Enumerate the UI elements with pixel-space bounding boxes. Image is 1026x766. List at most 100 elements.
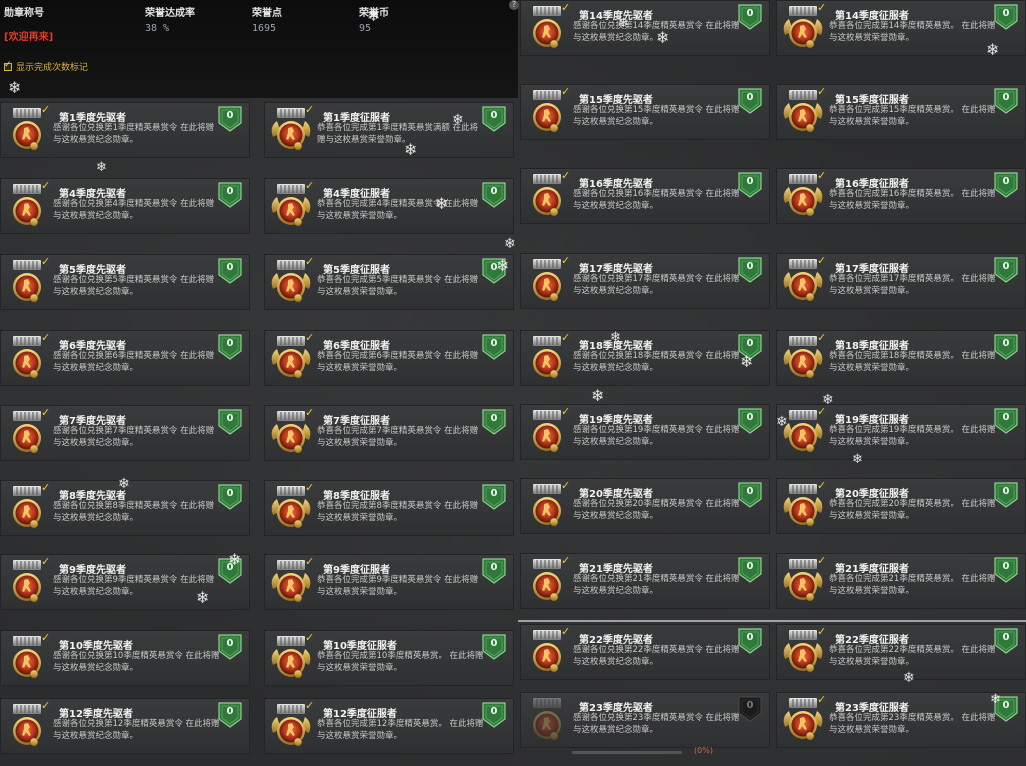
medal-tile[interactable]: ✓ 第17季度先驱者 感谢各位兑换第17季度精英悬赏令 在此将赠与这枚悬赏纪念勋章。…: [520, 253, 770, 309]
medal-tile[interactable]: ✓ 第9季度征服者 恭喜各位完成第9季度精英悬赏令 在此将赠与这枚悬赏荣誉勋章。 0: [264, 554, 514, 610]
horizontal-scrollbar[interactable]: [572, 751, 682, 754]
completed-check-icon: ✓: [41, 406, 51, 419]
medal-tile[interactable]: ✓ 第19季度征服者 恭喜各位完成第19季度精英悬赏。 在此将赠与这枚悬赏荣誉勋章。…: [776, 404, 1026, 460]
medal-tile[interactable]: ✓ 第12季度先驱者 感谢各位兑换第12季度精英悬赏令 在此将赠与这枚悬赏纪念勋章。…: [0, 698, 250, 754]
completed-check-icon: ✓: [817, 1, 827, 14]
medal-tile[interactable]: ✓ 第22季度先驱者 感谢各位兑换第22季度精英悬赏令 在此将赠与这枚悬赏纪念勋章。…: [520, 624, 770, 680]
medal-tile[interactable]: 第23季度先驱者 感谢各位兑换第23季度精英悬赏令 在此将赠与这枚悬赏纪念勋章。 0: [520, 692, 770, 748]
medal-tile[interactable]: ✓ 第8季度先驱者 感谢各位兑换第8季度精英悬赏令 在此将赠与这枚悬赏纪念勋章。 0: [0, 480, 250, 536]
medal-tile[interactable]: ✓ 第10季度征服者 恭喜各位完成第10季度精英悬赏。 在此将赠与这枚悬赏荣誉勋章。…: [264, 630, 514, 686]
completion-count: 0: [746, 261, 754, 272]
completed-check-icon: ✓: [305, 331, 315, 344]
medal-tile[interactable]: ✓ 第21季度先驱者 感谢各位兑换第21季度精英悬赏令 在此将赠与这枚悬赏纪念勋章。…: [520, 553, 770, 609]
completed-check-icon: ✓: [817, 554, 827, 567]
medal-tile[interactable]: ✓ 第15季度先驱者 感谢各位兑换第15季度精英悬赏令 在此将赠与这枚悬赏纪念勋章。…: [520, 84, 770, 140]
section-divider: [518, 620, 1026, 622]
medal-tile[interactable]: ✓ 第8季度征服者 恭喜各位完成第8季度精英悬赏令 在此将赠与这枚悬赏荣誉勋章。 0: [264, 480, 514, 536]
medal-description: 感谢各位兑换第22季度精英悬赏令 在此将赠与这枚悬赏纪念勋章。: [573, 645, 740, 667]
completion-count: 0: [746, 700, 754, 711]
count-shield-icon: 0: [481, 181, 507, 209]
completion-count: 0: [1002, 632, 1010, 643]
medal-tile[interactable]: ✓ 第20季度先驱者 感谢各位兑换第20季度精英悬赏令 在此将赠与这枚悬赏纪念勋章。…: [520, 478, 770, 534]
completed-check-icon: ✓: [561, 479, 571, 492]
medal-tile[interactable]: ✓ 第20季度征服者 恭喜各位完成第20季度精英悬赏。 在此将赠与这枚悬赏荣誉勋章。…: [776, 478, 1026, 534]
medal-tile[interactable]: ✓ 第4季度先驱者 感谢各位兑换第4季度精英悬赏令 在此将赠与这枚悬赏纪念勋章。 0: [0, 178, 250, 234]
medal-tile[interactable]: ✓ 第23季度征服者 恭喜各位完成第23季度精英悬赏。 在此将赠与这枚悬赏荣誉勋章。…: [776, 692, 1026, 748]
completion-count: 0: [746, 632, 754, 643]
medal-tile[interactable]: ✓ 第7季度先驱者 感谢各位兑换第7季度精英悬赏令 在此将赠与这枚悬赏纪念勋章。 0: [0, 405, 250, 461]
medal-tile[interactable]: ✓ 第14季度先驱者 感谢各位兑换第14季度精英悬赏令 在此将赠与这枚悬赏纪念勋章。…: [520, 0, 770, 56]
medal-tile[interactable]: ✓ 第14季度征服者 恭喜各位完成第14季度精英悬赏。 在此将赠与这枚悬赏荣誉勋章。…: [776, 0, 1026, 56]
completed-check-icon: ✓: [817, 693, 827, 706]
medal-tile[interactable]: ✓ 第9季度先驱者 感谢各位兑换第9季度精英悬赏令 在此将赠与这枚悬赏纪念勋章。 0: [0, 554, 250, 610]
medal-tile[interactable]: ✓ 第18季度先驱者 感谢各位兑换第18季度精英悬赏令 在此将赠与这枚悬赏纪念勋章。…: [520, 330, 770, 386]
show-completed-label: 显示完成次数标记: [16, 63, 89, 73]
completion-count: 0: [490, 110, 498, 121]
medal-description: 恭喜各位完成第4季度精英悬赏令 在此将赠与这枚悬赏荣誉勋章。: [317, 199, 479, 221]
progress-label: (0%): [694, 746, 713, 755]
completed-check-icon: ✓: [41, 631, 51, 644]
medal-title-value[interactable]: [欢迎再来]: [4, 28, 53, 43]
stats-header: 勋章称号 [欢迎再来] 荣誉达成率 38 % 荣誉点 1695 荣誉币 95 显…: [0, 0, 519, 98]
completion-count: 0: [226, 262, 234, 273]
honor-rate-label: 荣誉达成率: [145, 8, 195, 19]
medal-tile[interactable]: ✓ 第7季度征服者 恭喜各位完成第7季度精英悬赏令 在此将赠与这枚悬赏荣誉勋章。 0: [264, 405, 514, 461]
medal-tile[interactable]: ✓ 第22季度征服者 恭喜各位完成第22季度精英悬赏。 在此将赠与这枚悬赏荣誉勋章。…: [776, 624, 1026, 680]
medal-description: 感谢各位兑换第1季度精英悬赏令 在此将赠与这枚悬赏纪念勋章。: [53, 123, 215, 145]
medal-description: 感谢各位兑换第16季度精英悬赏令 在此将赠与这枚悬赏纪念勋章。: [573, 189, 740, 211]
count-shield-icon: 0: [737, 171, 763, 199]
medal-description: 感谢各位兑换第4季度精英悬赏令 在此将赠与这枚悬赏纪念勋章。: [53, 199, 215, 221]
help-icon[interactable]: ?: [509, 0, 519, 10]
count-shield-icon: 0: [217, 557, 243, 585]
count-shield-icon: 0: [481, 701, 507, 729]
completed-check-icon: ✓: [561, 1, 571, 14]
medal-description: 感谢各位兑换第18季度精英悬赏令 在此将赠与这枚悬赏纪念勋章。: [573, 351, 740, 373]
medal-description: 恭喜各位完成第5季度精英悬赏令 在此将赠与这枚悬赏荣誉勋章。: [317, 275, 479, 297]
completion-count: 0: [746, 412, 754, 423]
medal-tile[interactable]: ✓ 第5季度先驱者 感谢各位兑换第5季度精英悬赏令 在此将赠与这枚悬赏纪念勋章。 0: [0, 254, 250, 310]
medal-description: 恭喜各位完成第1季度精英悬赏满额 在此将赠与这枚悬赏荣誉勋章。: [317, 123, 479, 145]
medal-tile[interactable]: ✓ 第10季度先驱者 感谢各位兑换第10季度精英悬赏令 在此将赠与这枚悬赏纪念勋章。…: [0, 630, 250, 686]
medal-description: 感谢各位兑换第23季度精英悬赏令 在此将赠与这枚悬赏纪念勋章。: [573, 713, 740, 735]
medal-description: 感谢各位兑换第10季度精英悬赏令 在此将赠与这枚悬赏纪念勋章。: [53, 651, 220, 673]
completion-count: 0: [1002, 700, 1010, 711]
medal-description: 感谢各位兑换第15季度精英悬赏令 在此将赠与这枚悬赏纪念勋章。: [573, 105, 740, 127]
medal-description: 感谢各位兑换第20季度精英悬赏令 在此将赠与这枚悬赏纪念勋章。: [573, 499, 740, 521]
medal-tile[interactable]: ✓ 第6季度征服者 恭喜各位完成第6季度精英悬赏令 在此将赠与这枚悬赏荣誉勋章。 0: [264, 330, 514, 386]
medal-tile[interactable]: ✓ 第1季度先驱者 感谢各位兑换第1季度精英悬赏令 在此将赠与这枚悬赏纪念勋章。 0: [0, 102, 250, 158]
count-shield-icon: 0: [993, 407, 1019, 435]
completed-check-icon: ✓: [41, 555, 51, 568]
medal-tile[interactable]: ✓ 第4季度征服者 恭喜各位完成第4季度精英悬赏令 在此将赠与这枚悬赏荣誉勋章。 0: [264, 178, 514, 234]
count-shield-icon: 0: [217, 701, 243, 729]
completion-count: 0: [746, 8, 754, 19]
medal-description: 感谢各位兑换第21季度精英悬赏令 在此将赠与这枚悬赏纪念勋章。: [573, 574, 740, 596]
medal-tile[interactable]: ✓ 第18季度征服者 恭喜各位完成第18季度精英悬赏。 在此将赠与这枚悬赏荣誉勋章。…: [776, 330, 1026, 386]
medal-tile[interactable]: ✓ 第17季度征服者 恭喜各位完成第17季度精英悬赏。 在此将赠与这枚悬赏荣誉勋章。…: [776, 253, 1026, 309]
medal-description: 感谢各位兑换第5季度精英悬赏令 在此将赠与这枚悬赏纪念勋章。: [53, 275, 215, 297]
show-completed-toggle[interactable]: 显示完成次数标记: [4, 60, 88, 73]
count-shield-icon: 0: [737, 87, 763, 115]
medal-tile[interactable]: ✓ 第15季度征服者 恭喜各位完成第15季度精英悬赏。 在此将赠与这枚悬赏荣誉勋章。…: [776, 84, 1026, 140]
completed-check-icon: ✓: [817, 169, 827, 182]
medal-tile[interactable]: ✓ 第5季度征服者 恭喜各位完成第5季度精英悬赏令 在此将赠与这枚悬赏荣誉勋章。 0: [264, 254, 514, 310]
count-shield-icon: 0: [993, 333, 1019, 361]
medal-tile[interactable]: ✓ 第6季度先驱者 感谢各位兑换第6季度精英悬赏令 在此将赠与这枚悬赏纪念勋章。 0: [0, 330, 250, 386]
completed-check-icon: ✓: [561, 554, 571, 567]
medal-description: 恭喜各位完成第23季度精英悬赏。 在此将赠与这枚悬赏荣誉勋章。: [829, 713, 996, 735]
medal-description: 感谢各位兑换第12季度精英悬赏令 在此将赠与这枚悬赏纪念勋章。: [53, 719, 220, 741]
completion-count: 0: [490, 413, 498, 424]
medal-tile[interactable]: ✓ 第21季度征服者 恭喜各位完成第21季度精英悬赏。 在此将赠与这枚悬赏荣誉勋章。…: [776, 553, 1026, 609]
medal-description: 恭喜各位完成第12季度精英悬赏。 在此将赠与这枚悬赏荣誉勋章。: [317, 719, 484, 741]
medal-tile[interactable]: ✓ 第1季度征服者 恭喜各位完成第1季度精英悬赏满额 在此将赠与这枚悬赏荣誉勋章。 0: [264, 102, 514, 158]
honor-coins-label: 荣誉币: [359, 8, 389, 19]
medal-description: 恭喜各位完成第17季度精英悬赏。 在此将赠与这枚悬赏荣誉勋章。: [829, 274, 996, 296]
medal-tile[interactable]: ✓ 第16季度征服者 恭喜各位完成第16季度精英悬赏。 在此将赠与这枚悬赏荣誉勋章。…: [776, 168, 1026, 224]
completed-check-icon: ✓: [41, 699, 51, 712]
medal-tile[interactable]: ✓ 第16季度先驱者 感谢各位兑换第16季度精英悬赏令 在此将赠与这枚悬赏纪念勋章。…: [520, 168, 770, 224]
count-shield-icon: 0: [481, 257, 507, 285]
show-completed-checkbox[interactable]: [4, 60, 12, 71]
medal-tile[interactable]: ✓ 第12季度征服者 恭喜各位完成第12季度精英悬赏。 在此将赠与这枚悬赏荣誉勋章。…: [264, 698, 514, 754]
medal-tile[interactable]: ✓ 第19季度先驱者 感谢各位兑换第19季度精英悬赏令 在此将赠与这枚悬赏纪念勋章。…: [520, 404, 770, 460]
medal-description: 恭喜各位完成第6季度精英悬赏令 在此将赠与这枚悬赏荣誉勋章。: [317, 351, 479, 373]
honor-points-value: 1695: [252, 23, 277, 34]
